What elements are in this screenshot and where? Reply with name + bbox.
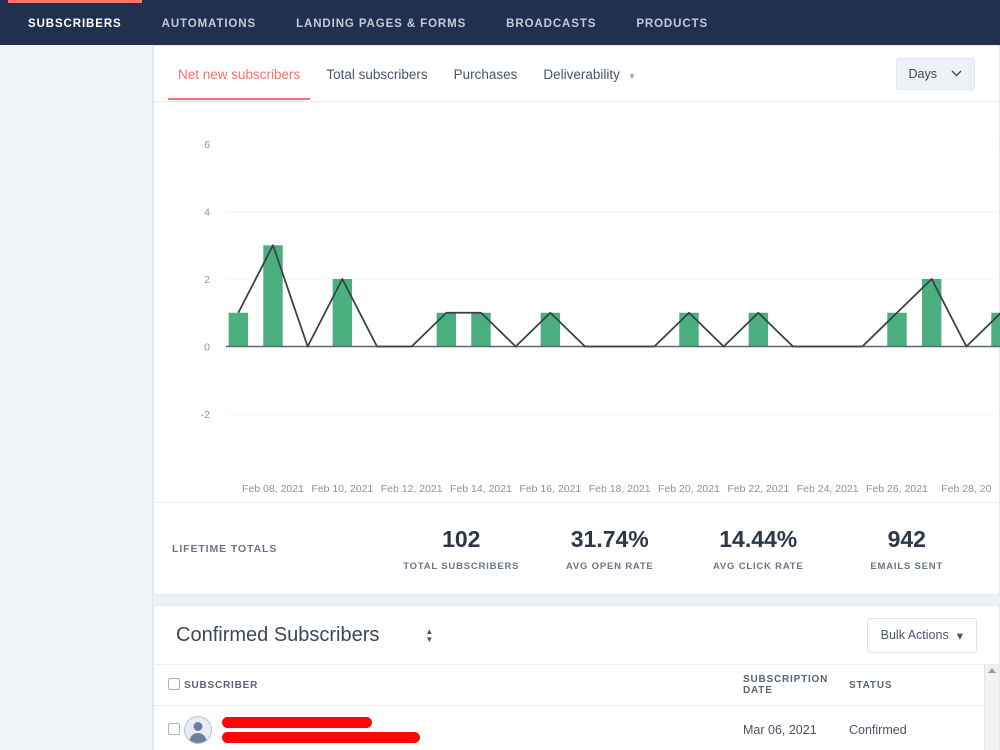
page-body: Net new subscribers Total subscribers Pu… xyxy=(0,45,1000,750)
topnav-label: AUTOMATIONS xyxy=(161,18,257,30)
tab-label: Total subscribers xyxy=(326,66,428,82)
tab-label: Purchases xyxy=(453,66,518,82)
report-card: Net new subscribers Total subscribers Pu… xyxy=(153,45,1000,595)
status-cell: Confirmed xyxy=(849,705,999,750)
column-status[interactable]: STATUS xyxy=(849,664,999,706)
chevron-down-icon xyxy=(951,70,962,77)
range-selector-days[interactable]: Days xyxy=(895,57,975,90)
stat-caption: AVG CLICK RATE xyxy=(712,560,804,572)
topnav-label: SUBSCRIBERS xyxy=(28,18,122,30)
top-navigation: SUBSCRIBERS AUTOMATIONS LANDING PAGES & … xyxy=(0,0,1000,45)
avatar xyxy=(184,716,212,744)
stat-value: 942 xyxy=(887,526,926,553)
left-sidebar xyxy=(0,45,153,750)
redacted-identity xyxy=(222,717,420,743)
emails-sent-stat: 942 EMAILS SENT xyxy=(833,525,982,572)
sort-desc-arrow: ▼ xyxy=(425,634,434,644)
chevron-down-icon: ▾ xyxy=(629,70,635,81)
avg-click-rate-stat: 14.44% AVG CLICK RATE xyxy=(684,525,833,572)
avg-open-rate-stat: 31.74% AVG OPEN RATE xyxy=(536,525,685,572)
topnav-item-products[interactable]: PRODUCTS xyxy=(616,0,728,45)
stat-value: 102 xyxy=(442,526,481,553)
subscribers-header: Confirmed Subscribers ▲ ▼ Bulk Actions ▾ xyxy=(154,606,999,664)
subscribers-table-wrap: SUBSCRIBER SUBSCRIPTION DATE STATUS Mar … xyxy=(154,664,999,750)
lifetime-totals: LIFETIME TOTALS 102 TOTAL SUBSCRIBERS 31… xyxy=(154,502,999,594)
svg-text:Feb 24, 2021: Feb 24, 2021 xyxy=(797,483,859,495)
select-all-checkbox[interactable] xyxy=(168,677,180,690)
bulk-actions-button[interactable]: Bulk Actions ▾ xyxy=(866,617,977,653)
total-subscribers-stat: 102 TOTAL SUBSCRIBERS xyxy=(387,525,536,572)
stat-caption: EMAILS SENT xyxy=(870,560,944,572)
subscriber-cell xyxy=(184,705,743,750)
topnav-item-broadcasts[interactable]: BROADCASTS xyxy=(486,0,616,45)
svg-text:Feb 26, 2021: Feb 26, 2021 xyxy=(866,483,928,495)
topnav-item-landing-pages-forms[interactable]: LANDING PAGES & FORMS xyxy=(276,0,486,45)
redacted-email xyxy=(222,732,420,743)
range-selector-label: Days xyxy=(908,66,937,81)
tab-net-new-subscribers[interactable]: Net new subscribers xyxy=(167,49,311,100)
sort-updown-icon[interactable]: ▲ ▼ xyxy=(425,626,434,644)
svg-text:Feb 22, 2021: Feb 22, 2021 xyxy=(727,483,789,495)
tab-label: Deliverability xyxy=(543,66,620,82)
stat-value: 14.44% xyxy=(719,526,798,553)
tab-label: Net new subscribers xyxy=(178,66,301,82)
topnav-item-subscribers[interactable]: SUBSCRIBERS xyxy=(8,0,142,45)
scroll-up-arrow-icon[interactable] xyxy=(988,668,996,673)
svg-text:0: 0 xyxy=(204,342,210,354)
svg-text:Feb 10, 2021: Feb 10, 2021 xyxy=(311,483,373,495)
tab-deliverability[interactable]: Deliverability ▾ xyxy=(543,49,634,99)
main-content: Net new subscribers Total subscribers Pu… xyxy=(153,45,1000,750)
column-subscriber[interactable]: SUBSCRIBER xyxy=(184,664,743,706)
stat-caption: AVG OPEN RATE xyxy=(565,560,654,572)
topnav-label: LANDING PAGES & FORMS xyxy=(296,18,467,30)
row-checkbox[interactable] xyxy=(168,722,180,735)
table-header-row: SUBSCRIBER SUBSCRIPTION DATE STATUS xyxy=(154,664,999,706)
stat-value: 31.74% xyxy=(570,526,649,553)
table-scrollbar[interactable] xyxy=(984,664,999,750)
svg-text:Feb 20, 2021: Feb 20, 2021 xyxy=(658,483,720,495)
svg-text:Feb 08, 2021: Feb 08, 2021 xyxy=(242,483,304,495)
bulk-actions-label: Bulk Actions xyxy=(880,628,949,642)
svg-text:-2: -2 xyxy=(201,409,210,421)
select-all-header xyxy=(154,664,184,706)
svg-text:Feb 12, 2021: Feb 12, 2021 xyxy=(381,483,443,495)
column-subscription-date[interactable]: SUBSCRIPTION DATE xyxy=(743,664,849,706)
tab-purchases[interactable]: Purchases xyxy=(454,49,518,99)
subscription-date-cell: Mar 06, 2021 xyxy=(743,705,849,750)
stat-caption: TOTAL SUBSCRIBERS xyxy=(403,560,520,572)
caret-down-icon: ▾ xyxy=(956,628,963,643)
subscribers-table: SUBSCRIBER SUBSCRIPTION DATE STATUS Mar … xyxy=(154,664,999,750)
report-tabbar: Net new subscribers Total subscribers Pu… xyxy=(154,46,999,102)
svg-text:Feb 28, 20: Feb 28, 20 xyxy=(941,483,991,495)
svg-text:4: 4 xyxy=(204,207,210,219)
topnav-label: PRODUCTS xyxy=(636,18,709,30)
tab-total-subscribers[interactable]: Total subscribers xyxy=(326,49,427,99)
row-select-cell xyxy=(154,705,184,750)
svg-text:Feb 18, 2021: Feb 18, 2021 xyxy=(589,483,651,495)
svg-text:Feb 14, 2021: Feb 14, 2021 xyxy=(450,483,512,495)
svg-text:2: 2 xyxy=(204,274,210,286)
lifetime-totals-label: LIFETIME TOTALS xyxy=(172,542,278,555)
subscribers-card: Confirmed Subscribers ▲ ▼ Bulk Actions ▾ xyxy=(153,605,1000,750)
net-new-subscribers-chart: 6 4 2 0 -2 Feb 08, 2021 Feb 10, 2021 Feb 12, 20… xyxy=(154,102,1000,502)
chart-canvas: 6 4 2 0 -2 Feb 08, 2021 Feb 10, 2021 Feb 12, 20… xyxy=(201,139,1000,495)
table-row[interactable]: Mar 06, 2021 Confirmed xyxy=(154,705,999,750)
redacted-name xyxy=(222,717,372,728)
sort-asc-arrow: ▲ xyxy=(425,626,434,636)
topnav-item-automations[interactable]: AUTOMATIONS xyxy=(142,0,276,45)
topnav-label: BROADCASTS xyxy=(506,18,597,30)
page-title: Confirmed Subscribers xyxy=(176,623,380,646)
svg-text:Feb 16, 2021: Feb 16, 2021 xyxy=(519,483,581,495)
svg-text:6: 6 xyxy=(204,139,210,151)
